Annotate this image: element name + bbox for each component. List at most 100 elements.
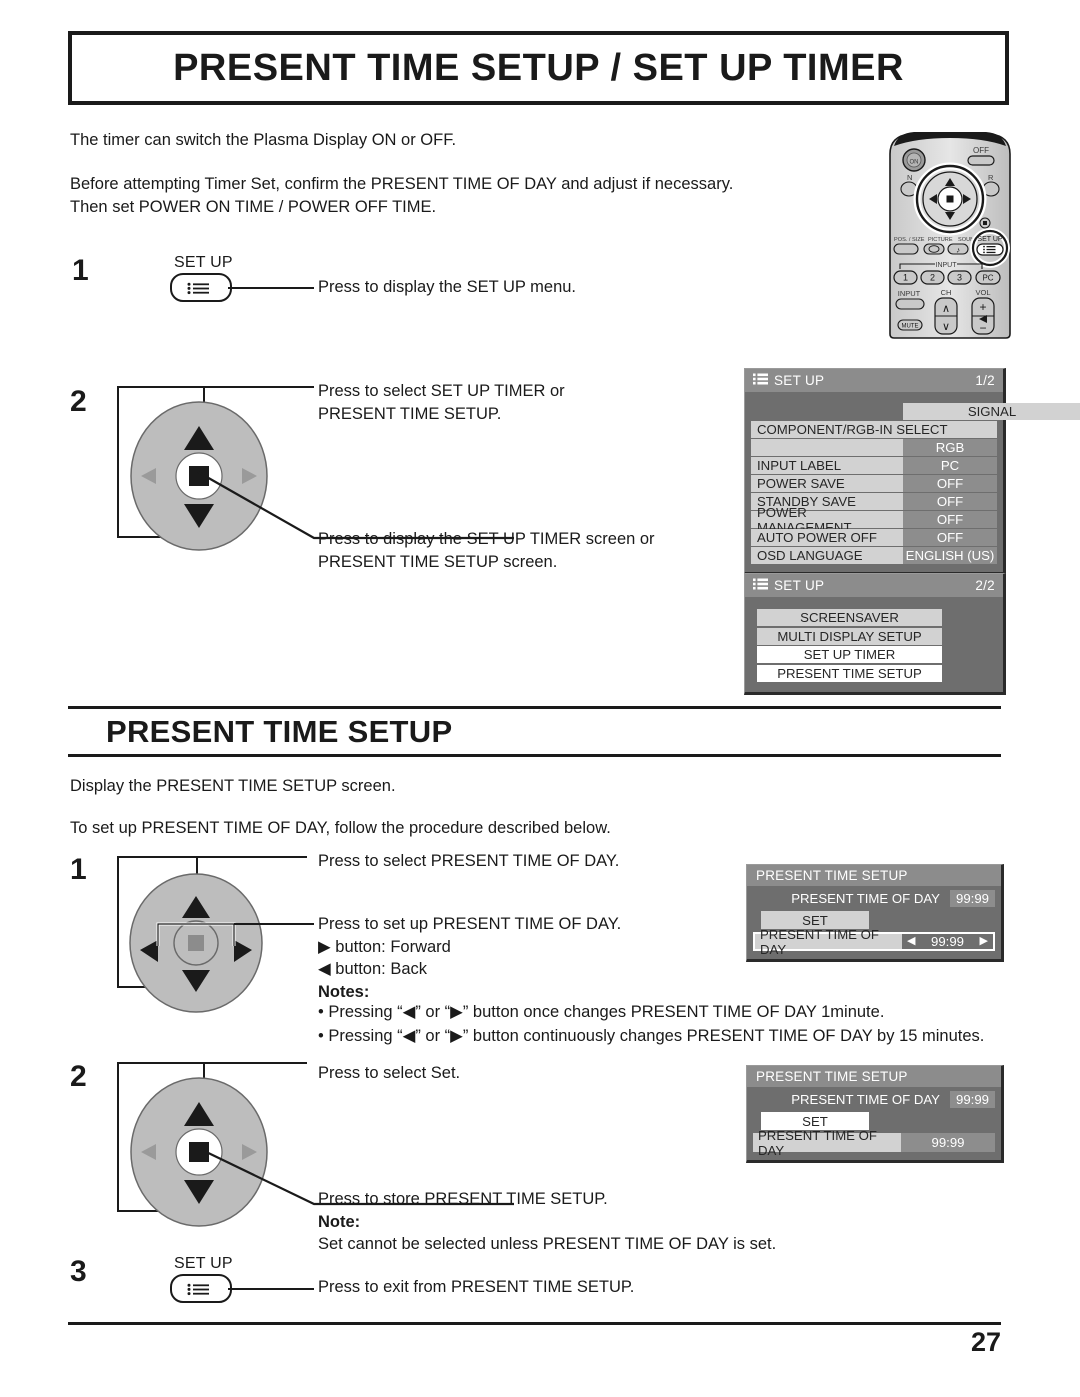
- svg-text:SET UP: SET UP: [977, 236, 1002, 243]
- osd-row-power-management-name: POWER MANAGEMENT: [751, 505, 903, 535]
- osd-menu-item-screensaver[interactable]: SCREENSAVER: [757, 609, 942, 626]
- step-text-bottom-2-select: Press to select Set.: [318, 1064, 461, 1082]
- intro-paragraph: Before attempting Timer Set, confirm the…: [70, 173, 733, 219]
- leader-line-top-1: [228, 287, 314, 289]
- osd-setup-page2-title: SET UP: [774, 578, 825, 593]
- osd-pts2-current: PRESENT TIME OF DAY 99:99: [747, 1090, 1001, 1109]
- osd-pts2-time-of-day-value: 99:99: [901, 1133, 995, 1152]
- step-text-top-1: Press to display the SET UP menu.: [318, 278, 577, 296]
- note-bullet-2: • Pressing “◀” or “▶” button continuousl…: [318, 1027, 985, 1045]
- svg-text:INPUT: INPUT: [936, 262, 958, 269]
- leader-line-b1-left: [117, 856, 119, 988]
- svg-text:INPUT: INPUT: [898, 289, 921, 298]
- osd-menu-item-set-up-timer[interactable]: SET UP TIMER: [757, 646, 942, 663]
- svg-text:R: R: [988, 173, 994, 182]
- svg-text:1: 1: [903, 273, 908, 283]
- osd-row-auto-power-off-value: OFF: [903, 529, 997, 546]
- osd-pts2-time-of-day-row[interactable]: PRESENT TIME OF DAY 99:99: [753, 1128, 995, 1158]
- svg-text:N: N: [907, 173, 912, 182]
- leader-line-b1-lr: [234, 923, 314, 925]
- section-line-2: To set up PRESENT TIME OF DAY, follow th…: [70, 819, 611, 837]
- osd-row-power-management-value: OFF: [903, 511, 997, 528]
- step-text-top-2-line3: Press to display the SET UP TIMER screen…: [318, 530, 655, 548]
- svg-text:♪: ♪: [956, 246, 960, 255]
- svg-text:MUTE: MUTE: [902, 324, 919, 330]
- leader-line-step2-left: [117, 386, 119, 538]
- osd-row-signal-label: SIGNAL: [903, 403, 1080, 420]
- osd-pts1-time-of-day-adjuster[interactable]: ◀ 99:99 ▶: [902, 934, 993, 949]
- osd-setup-page2-header: SET UP 2/2: [745, 574, 1003, 597]
- intro-line-3: Then set POWER ON TIME / POWER OFF TIME.: [70, 198, 437, 216]
- left-arrow-icon[interactable]: ◀: [907, 936, 915, 947]
- osd-pts1-current-label: PRESENT TIME OF DAY: [791, 891, 940, 906]
- section-rule-bottom: [68, 754, 1001, 757]
- setup-button-icon[interactable]: [170, 273, 232, 302]
- osd-pts2-current-value: 99:99: [949, 1091, 995, 1108]
- setup-key-label-2: SET UP: [174, 1255, 233, 1272]
- osd-menu-item-multi-display-setup[interactable]: MULTI DISPLAY SETUP: [757, 627, 942, 645]
- leader-line-bottom-3: [228, 1288, 314, 1290]
- osd-row-osd-language[interactable]: OSD LANGUAGE ENGLISH (US): [751, 547, 997, 564]
- intro-line-1: The timer can switch the Plasma Display …: [70, 131, 457, 149]
- osd-row-power-save-value: OFF: [903, 475, 997, 492]
- step-text-bottom-2-block: Press to store PRESENT TIME SETUP. Note:…: [318, 1188, 776, 1256]
- right-arrow-icon[interactable]: ▶: [980, 936, 988, 947]
- osd-setup-page1-pagination: 1/2: [975, 373, 995, 388]
- svg-text:+: +: [979, 300, 986, 314]
- menu-list-icon: [753, 578, 768, 593]
- osd-row-power-management[interactable]: POWER MANAGEMENT OFF: [751, 505, 997, 535]
- osd-row-component-select-label: COMPONENT/RGB-IN SELECT: [751, 421, 997, 438]
- osd-row-input-label-value: PC: [903, 457, 997, 474]
- step-text-bottom-1-forward: ▶ button: Forward: [318, 937, 451, 956]
- osd-menu-item-present-time-setup[interactable]: PRESENT TIME SETUP: [757, 664, 942, 682]
- step-text-bottom-1-back: ◀ button: Back: [318, 960, 427, 978]
- svg-text:−: −: [979, 321, 986, 335]
- svg-text:∨: ∨: [942, 321, 950, 333]
- step-text-top-2-enter: Press to display the SET UP TIMER screen…: [318, 528, 655, 573]
- remote-control-illustration: ON OFF N R POS. / SIZE PICTURE SOUND ♪ S…: [884, 128, 1016, 345]
- intro-line-2: Before attempting Timer Set, confirm the…: [70, 175, 734, 193]
- step-text-bottom-1-setup: Press to set up PRESENT TIME OF DAY.: [318, 915, 622, 933]
- osd-row-input-label[interactable]: INPUT LABEL PC: [751, 457, 997, 474]
- svg-text:PC: PC: [982, 274, 993, 283]
- setup-key-bottom-3[interactable]: SET UP: [170, 1255, 233, 1303]
- step-number-bottom-2: 2: [70, 1060, 87, 1093]
- step-number-bottom-1: 1: [70, 853, 87, 886]
- setup-key-top-1[interactable]: SET UP: [170, 254, 233, 302]
- osd-pts2-current-label: PRESENT TIME OF DAY: [791, 1092, 940, 1107]
- osd-pts1-time-of-day-row[interactable]: PRESENT TIME OF DAY ◀ 99:99 ▶: [753, 927, 995, 957]
- page-title-banner: PRESENT TIME SETUP / SET UP TIMER: [68, 31, 1009, 105]
- manual-page: PRESENT TIME SETUP / SET UP TIMER The ti…: [0, 0, 1080, 1397]
- osd-setup-page2-body: SCREENSAVER MULTI DISPLAY SETUP SET UP T…: [745, 597, 1003, 692]
- page-number: 27: [970, 1327, 1001, 1357]
- osd-setup-page1-title: SET UP: [774, 373, 825, 388]
- step-number-top-2: 2: [70, 385, 87, 418]
- svg-text:PICTURE: PICTURE: [928, 237, 953, 243]
- svg-text:VOL: VOL: [975, 288, 990, 297]
- leader-line-b2-left: [117, 1062, 119, 1212]
- osd-row-signal[interactable]: SIGNAL: [751, 403, 1080, 420]
- osd-row-auto-power-off[interactable]: AUTO POWER OFF OFF: [751, 529, 997, 546]
- setup-button-icon-2[interactable]: [170, 1274, 232, 1303]
- osd-row-component-value[interactable]: RGB: [751, 439, 997, 456]
- osd-row-component-select[interactable]: COMPONENT/RGB-IN SELECT: [751, 421, 997, 438]
- osd-row-component-value-text: RGB: [903, 439, 997, 456]
- osd-setup-page2-pagination: 2/2: [975, 578, 995, 593]
- svg-text:CH: CH: [941, 288, 952, 297]
- svg-text:3: 3: [957, 273, 962, 283]
- osd-pts1-current-value: 99:99: [949, 890, 995, 907]
- osd-pts1-current: PRESENT TIME OF DAY 99:99: [747, 889, 1001, 908]
- osd-row-power-save[interactable]: POWER SAVE OFF: [751, 475, 997, 492]
- step-text-top-2-line2: PRESENT TIME SETUP.: [318, 404, 502, 423]
- menu-list-icon: [753, 373, 768, 388]
- step-text-bottom-3: Press to exit from PRESENT TIME SETUP.: [318, 1278, 635, 1296]
- step-text-bottom-1-block: Press to set up PRESENT TIME OF DAY. ▶ b…: [318, 913, 621, 1003]
- osd-setup-page2: SET UP 2/2 SCREENSAVER MULTI DISPLAY SET…: [744, 573, 1006, 695]
- leader-line-b2-top: [117, 1062, 307, 1064]
- osd-row-power-save-name: POWER SAVE: [751, 475, 903, 492]
- step-number-bottom-3: 3: [70, 1255, 87, 1288]
- osd-pts1-time-of-day-label: PRESENT TIME OF DAY: [760, 926, 879, 957]
- osd-pts1-title: PRESENT TIME SETUP: [747, 865, 1001, 886]
- dpad-illustration-bottom-1[interactable]: [122, 872, 270, 1014]
- note-heading-2: Note:: [318, 1212, 361, 1231]
